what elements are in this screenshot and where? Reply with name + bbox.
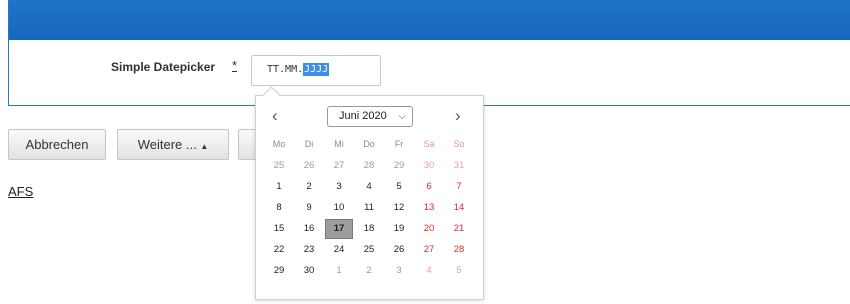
calendar-day[interactable]: 30 — [414, 156, 444, 176]
weekday-label: Do — [363, 139, 375, 149]
calendar-day[interactable]: 21 — [444, 219, 474, 239]
date-input-selection: JJJJ — [303, 63, 330, 76]
calendar-day[interactable]: 9 — [294, 198, 324, 218]
calendar-day[interactable]: 4 — [354, 177, 384, 197]
calendar-day[interactable]: 18 — [354, 219, 384, 239]
caret-up-icon: ▲ — [200, 142, 209, 151]
calendar-day[interactable]: 22 — [264, 240, 294, 260]
weekday-label: Di — [304, 139, 314, 149]
weekday-label: Mo — [272, 139, 286, 149]
calendar-day[interactable]: 29 — [384, 156, 414, 176]
calendar-day[interactable]: 1 — [324, 261, 354, 281]
calendar-day[interactable]: 25 — [354, 240, 384, 260]
calendar-day[interactable]: 3 — [384, 261, 414, 281]
chevron-right-icon[interactable]: › — [455, 107, 461, 124]
datepicker-popup: ‹ Juni 2020 ⌵ › Mo Di Mi Do Fr Sa So 25 26 27 28 2… — [255, 95, 484, 300]
weekday-label: Sa — [423, 139, 435, 149]
datepicker-field-label: Simple Datepicker — [111, 60, 216, 74]
calendar-day[interactable]: 20 — [414, 219, 444, 239]
calendar-day[interactable]: 15 — [264, 219, 294, 239]
calendar-day[interactable]: 25 — [264, 156, 294, 176]
more-button[interactable]: Weitere ... ▲ — [117, 129, 229, 160]
calendar-day[interactable]: 24 — [324, 240, 354, 260]
calendar-day[interactable]: 27 — [324, 156, 354, 176]
month-select[interactable]: Juni 2020 ⌵ — [327, 106, 413, 127]
weekday-label: Fr — [394, 139, 404, 149]
calendar-day[interactable]: 2 — [294, 177, 324, 197]
calendar-day[interactable]: 8 — [264, 198, 294, 218]
calendar-day[interactable]: 13 — [414, 198, 444, 218]
calendar-day[interactable]: 26 — [384, 240, 414, 260]
calendar-day[interactable]: 6 — [414, 177, 444, 197]
weekday-label: Mi — [334, 139, 344, 149]
calendar-day[interactable]: 12 — [384, 198, 414, 218]
chevron-down-icon: ⌵ — [398, 111, 406, 122]
date-input-prefix: TT.MM. — [267, 64, 304, 75]
cancel-button[interactable]: Abbrechen — [8, 129, 106, 160]
calendar-day[interactable]: 16 — [294, 219, 324, 239]
calendar-day[interactable]: 3 — [324, 177, 354, 197]
calendar-day[interactable]: 29 — [264, 261, 294, 281]
calendar-day[interactable]: 1 — [264, 177, 294, 197]
calendar-day[interactable]: 30 — [294, 261, 324, 281]
month-select-value: Juni 2020 — [339, 110, 387, 122]
chevron-left-icon[interactable]: ‹ — [272, 107, 278, 124]
calendar-day[interactable]: 31 — [444, 156, 474, 176]
required-marker: * — [232, 58, 238, 73]
calendar-day[interactable]: 4 — [414, 261, 444, 281]
afs-link[interactable]: AFS — [8, 184, 33, 199]
calendar-day[interactable]: 23 — [294, 240, 324, 260]
calendar-day[interactable]: 11 — [354, 198, 384, 218]
calendar-day[interactable]: 27 — [414, 240, 444, 260]
calendar-day[interactable]: 28 — [444, 240, 474, 260]
calendar-day[interactable]: 19 — [384, 219, 414, 239]
calendar-day[interactable]: 5 — [444, 261, 474, 281]
calendar-day[interactable]: 2 — [354, 261, 384, 281]
weekday-label: So — [453, 139, 465, 149]
form-panel — [8, 0, 850, 106]
more-button-label: Weitere ... — [137, 137, 197, 152]
calendar-day[interactable]: 5 — [384, 177, 414, 197]
calendar-day-today[interactable]: 17 — [325, 219, 353, 239]
panel-header — [9, 0, 850, 40]
date-input[interactable]: TT.MM.JJJJ — [251, 55, 381, 86]
calendar-day[interactable]: 26 — [294, 156, 324, 176]
calendar-day[interactable]: 10 — [324, 198, 354, 218]
calendar-day[interactable]: 14 — [444, 198, 474, 218]
calendar-day[interactable]: 7 — [444, 177, 474, 197]
calendar-day[interactable]: 28 — [354, 156, 384, 176]
